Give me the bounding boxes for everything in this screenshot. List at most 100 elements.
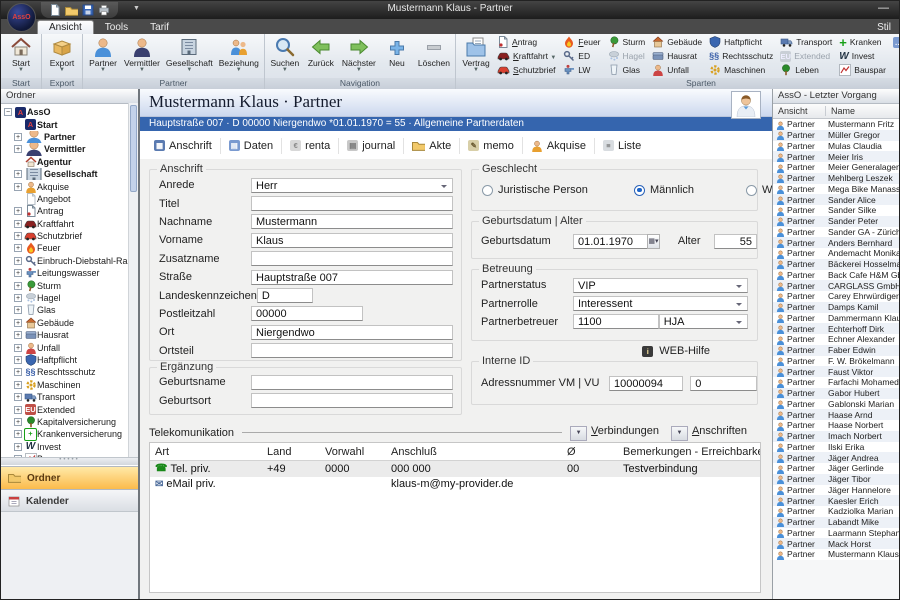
postleitzahl-field[interactable]: 00000 <box>251 306 363 321</box>
tree-expander[interactable]: + <box>14 257 22 265</box>
tree-expander[interactable]: + <box>14 430 22 438</box>
geburtsdatum-input[interactable]: 01.01.1970 <box>573 234 648 249</box>
last-op-row[interactable]: Partner Andemacht Monika <box>773 248 899 259</box>
ort-field[interactable]: Niergendwo <box>251 325 453 340</box>
ribbon-button-sturm[interactable]: Sturm <box>605 35 649 49</box>
view-tab-anschrift[interactable]: ▦Anschrift <box>146 138 220 154</box>
ribbon-button-hausrat[interactable]: Hausrat <box>649 49 705 63</box>
ribbon-button-gebaeude[interactable]: Gebäude <box>649 35 705 49</box>
ribbon-button-partner[interactable]: Partner▼ <box>85 35 121 74</box>
ribbon-button-bauspar[interactable]: Bauspar <box>836 63 889 77</box>
landeskennzeichen-field[interactable]: D <box>257 288 313 303</box>
tree-expander[interactable]: + <box>14 443 22 451</box>
ribbon-tab-tarif[interactable]: Tarif <box>139 21 180 34</box>
last-op-row[interactable]: Partner Sander Alice <box>773 194 899 205</box>
telekom-col-anschluss[interactable]: Anschluß <box>386 446 562 458</box>
last-op-row[interactable]: Partner F. W. Brökelmann <box>773 356 899 367</box>
web-hilfe-button[interactable]: i WEB-Hilfe <box>642 345 710 357</box>
ribbon-button-antrag[interactable]: Antrag <box>494 35 559 49</box>
anschriften-button[interactable]: Anschriften <box>692 425 747 437</box>
last-op-row[interactable]: Partner Sander Peter <box>773 216 899 227</box>
last-op-row[interactable]: Partner Mustermann Klaus <box>773 549 899 560</box>
tree-expander[interactable]: + <box>14 393 22 401</box>
tree-expander[interactable]: + <box>14 269 22 277</box>
tree-expander[interactable]: + <box>14 356 22 364</box>
last-op-row[interactable]: Partner Mulas Claudia <box>773 141 899 152</box>
last-op-row[interactable]: Partner Jäger Tibor <box>773 474 899 485</box>
ribbon-button-leben[interactable]: Leben <box>777 63 835 77</box>
tree-expander[interactable]: + <box>14 220 22 228</box>
sidebar-splitter[interactable]: ••••• <box>1 457 138 465</box>
partnerbetreuer-field[interactable]: 1100 <box>573 314 659 329</box>
last-op-row[interactable]: Partner Jäger Andrea <box>773 452 899 463</box>
geburtsname-field[interactable] <box>251 375 453 390</box>
last-op-row[interactable]: Partner Back Cafe H&M Gb... <box>773 270 899 281</box>
tree-item-kapitalversicherung[interactable]: +Kapitalversicherung <box>1 416 129 428</box>
geburtsort-field[interactable] <box>251 393 453 408</box>
last-op-row[interactable]: Partner Kadziolka Marian <box>773 506 899 517</box>
tree-item-invest[interactable]: +WInvest <box>1 441 129 453</box>
last-op-row[interactable]: Partner Imach Norbert <box>773 431 899 442</box>
tree-item-kraftfahrt[interactable]: +Kraftfahrt <box>1 218 129 230</box>
vorname-field[interactable]: Klaus <box>251 233 453 248</box>
tree-expander[interactable]: + <box>14 306 22 314</box>
ribbon-button-start[interactable]: Start▼ <box>3 35 39 74</box>
ribbon-button-kranken[interactable]: +Kranken <box>836 35 889 49</box>
ribbon-button-vertrag[interactable]: Vertrag▼ <box>458 35 494 74</box>
view-tab-liste[interactable]: ≡Liste <box>594 138 649 154</box>
tree-expander[interactable]: + <box>14 381 22 389</box>
tree-item-asso[interactable]: −AAssO <box>1 106 129 118</box>
ribbon-button-schutzbrief[interactable]: Schutzbrief <box>494 63 559 77</box>
last-op-row[interactable]: Partner Haase Arnd <box>773 409 899 420</box>
last-op-row[interactable]: Partner Sander GA - Zürich-... <box>773 227 899 238</box>
ribbon-button-glas[interactable]: Glas <box>605 63 649 77</box>
last-op-row[interactable]: Partner CARGLASS GmbH <box>773 280 899 291</box>
last-op-row[interactable]: Partner Jäger Hannelore <box>773 485 899 496</box>
tree-item-leitungswasser[interactable]: +Leitungswasser <box>1 267 129 279</box>
tree-item-unfall[interactable]: +Unfall <box>1 341 129 353</box>
view-tab-journal[interactable]: ▤journal <box>338 138 403 154</box>
anschriften-dropdown-icon[interactable]: ▼ <box>671 426 688 441</box>
ribbon-button-transport[interactable]: Transport <box>777 35 835 49</box>
view-tab-renta[interactable]: €renta <box>281 138 338 154</box>
verbindungen-button[interactable]: Verbindungen <box>591 425 659 437</box>
app-menu-button[interactable]: AssO <box>7 3 36 32</box>
ribbon-button-extended[interactable]: EUExtended <box>777 49 835 63</box>
last-op-row[interactable]: Partner Haase Norbert <box>773 420 899 431</box>
tree-expander[interactable]: + <box>14 133 22 141</box>
last-op-row[interactable]: Partner Faust Viktor <box>773 366 899 377</box>
ribbon-button-hagel[interactable]: Hagel <box>605 49 649 63</box>
date-picker-button[interactable]: ▦▾ <box>647 234 660 249</box>
ribbon-button-zurueck[interactable]: Zurück <box>303 35 339 69</box>
telekom-row-tel-priv[interactable]: ☎Tel. priv.+490000000 00000Testverbindun… <box>150 461 760 477</box>
last-op-row[interactable]: Partner Gabor Hubert <box>773 388 899 399</box>
tree-expander[interactable]: + <box>14 294 22 302</box>
tree-item-reschtsschutz[interactable]: +§§Reschtsschutz <box>1 366 129 378</box>
tree-item-partner[interactable]: +Partner <box>1 131 129 143</box>
tree-scrollbar[interactable] <box>128 103 138 458</box>
last-op-row[interactable]: Partner Mack Horst <box>773 538 899 549</box>
ribbon-button-naechster[interactable]: Nächster▼ <box>339 35 379 74</box>
tree-item-sturm[interactable]: +Sturm <box>1 279 129 291</box>
adressnummer-vm-field[interactable]: 10000094 <box>609 376 683 391</box>
view-tab-memo[interactable]: ✎memo <box>459 138 522 154</box>
last-op-row[interactable]: Partner Jäger Gerlinde <box>773 463 899 474</box>
ribbon-button-unfall[interactable]: Unfall <box>649 63 705 77</box>
last-op-row[interactable]: Partner Echner Alexander <box>773 334 899 345</box>
radio-maennlich[interactable]: Männlich <box>634 184 746 196</box>
tree-expander[interactable]: + <box>14 406 22 414</box>
tree-item-start[interactable]: AStart <box>1 118 129 130</box>
last-op-row[interactable]: Partner Sander Silke <box>773 205 899 216</box>
ribbon-button-ed[interactable]: ED <box>560 49 603 63</box>
tree-expander[interactable]: + <box>14 418 22 426</box>
ribbon-button-gesellschaft[interactable]: Gesellschaft▼ <box>163 35 216 74</box>
ribbon-button-kraftfahrt[interactable]: Kraftfahrt ▼ <box>494 49 559 63</box>
last-op-row[interactable]: Partner Labandt Mike <box>773 517 899 528</box>
tree-expander[interactable]: + <box>14 145 22 153</box>
ribbon-button-rechtsschutz[interactable]: §§Rechtsschutz <box>706 49 776 63</box>
ribbon-button-invest[interactable]: WInvest <box>836 49 889 63</box>
tree-item-gesellschaft[interactable]: +Gesellschaft <box>1 168 129 180</box>
zusatzname-field[interactable] <box>251 251 453 266</box>
last-op-row[interactable]: Partner Meier Iris <box>773 151 899 162</box>
last-op-row[interactable]: Partner Laarmann Stephan <box>773 528 899 539</box>
